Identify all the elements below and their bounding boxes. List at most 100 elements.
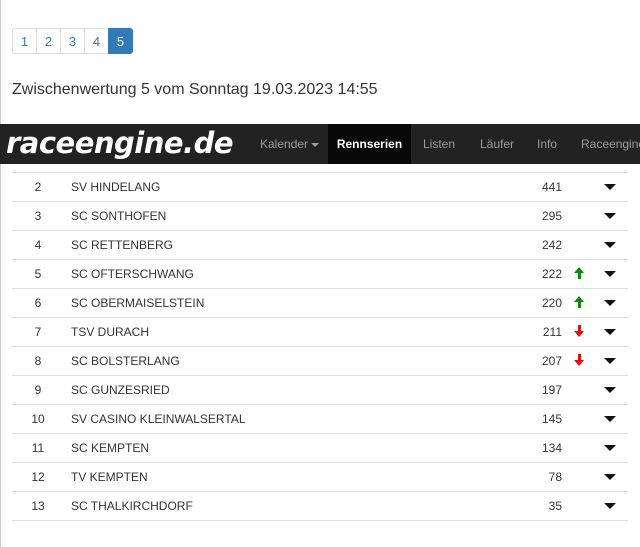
nav-item-kalender[interactable]: Kalender <box>260 124 320 164</box>
triangle-down-icon <box>604 445 616 451</box>
club-cell: SC OBERMAISELSTEIN <box>71 296 205 310</box>
triangle-down-icon <box>604 213 616 219</box>
expand-row-button[interactable] <box>602 260 618 288</box>
expand-row-button[interactable] <box>602 405 618 433</box>
trend-cell <box>572 463 588 491</box>
expand-row-button[interactable] <box>602 289 618 317</box>
expand-row-button[interactable] <box>602 347 618 375</box>
page-link-3[interactable]: 3 <box>60 28 85 54</box>
points-cell: 134 <box>541 441 562 455</box>
rank-cell: 12 <box>31 470 45 484</box>
expand-row-button[interactable] <box>602 376 618 404</box>
club-cell: SV HINDELANG <box>71 180 161 194</box>
triangle-down-icon <box>604 358 616 364</box>
rank-cell: 4 <box>34 238 42 252</box>
brand-logo[interactable]: raceengine.de <box>6 124 234 164</box>
expand-row-button[interactable] <box>602 463 618 491</box>
arrow-down-icon <box>574 354 584 366</box>
rank-cell: 6 <box>34 296 42 310</box>
rank-cell: 7 <box>34 325 42 339</box>
triangle-down-icon <box>604 300 616 306</box>
points-cell: 441 <box>541 180 562 194</box>
points-cell: 207 <box>541 354 562 368</box>
trend-cell <box>572 202 588 230</box>
table-row: 4 SC RETTENBERG 242 <box>12 231 628 260</box>
triangle-down-icon <box>604 184 616 190</box>
club-cell: SC THALKIRCHDORF <box>71 499 193 513</box>
table-row: 5 SC OFTERSCHWANG 222 <box>12 260 628 289</box>
rank-cell: 10 <box>31 412 45 426</box>
page-link-4[interactable]: 4 <box>84 28 109 54</box>
rank-cell: 2 <box>34 180 42 194</box>
trend-cell <box>572 347 588 375</box>
table-row: 3 SC SONTHOFEN 295 <box>12 202 628 231</box>
expand-row-button[interactable] <box>602 318 618 346</box>
expand-row-button[interactable] <box>602 173 618 201</box>
rank-cell: 5 <box>34 267 42 281</box>
table-row: 9 SC GUNZESRIED 197 <box>12 376 628 405</box>
table-row: 7 TSV DURACH 211 <box>12 318 628 347</box>
caret-down-icon <box>311 142 320 147</box>
navbar: raceengine.de Kalender Rennserien Listen… <box>0 124 640 164</box>
table-row: 6 SC OBERMAISELSTEIN 220 <box>12 289 628 318</box>
expand-row-button[interactable] <box>602 202 618 230</box>
arrow-down-icon <box>574 325 584 337</box>
table-row: 12 TV KEMPTEN 78 <box>12 463 628 492</box>
points-cell: 220 <box>541 296 562 310</box>
triangle-down-icon <box>604 329 616 335</box>
table-row: 13 SC THALKIRCHDORF 35 <box>12 492 628 521</box>
rank-cell: 13 <box>31 499 45 513</box>
points-cell: 295 <box>541 209 562 223</box>
club-cell: TV KEMPTEN <box>71 470 148 484</box>
points-cell: 197 <box>541 383 562 397</box>
points-cell: 35 <box>548 499 562 513</box>
trend-cell <box>572 405 588 433</box>
club-cell: SC GUNZESRIED <box>71 383 170 397</box>
nav-item-listen[interactable]: Listen <box>423 124 455 164</box>
page-border <box>0 0 1 547</box>
club-cell: SC SONTHOFEN <box>71 209 167 223</box>
page-link-5-active[interactable]: 5 <box>108 28 133 54</box>
points-cell: 145 <box>541 412 562 426</box>
table-row: 11 SC KEMPTEN 134 <box>12 434 628 463</box>
rank-cell: 8 <box>34 354 42 368</box>
rank-cell: 9 <box>34 383 42 397</box>
triangle-down-icon <box>604 387 616 393</box>
rank-cell: 3 <box>34 209 42 223</box>
arrow-up-icon <box>574 296 584 308</box>
expand-row-button[interactable] <box>602 434 618 462</box>
triangle-down-icon <box>604 242 616 248</box>
triangle-down-icon <box>604 503 616 509</box>
club-cell: SC KEMPTEN <box>71 441 150 455</box>
club-cell: TSV DURACH <box>71 325 150 339</box>
points-cell: 222 <box>541 267 562 281</box>
club-cell: SV CASINO KLEINWALSERTAL <box>71 412 246 426</box>
trend-cell <box>572 492 588 520</box>
expand-row-button[interactable] <box>602 231 618 259</box>
triangle-down-icon <box>604 271 616 277</box>
nav-item-info[interactable]: Info <box>537 124 557 164</box>
points-cell: 211 <box>542 325 562 339</box>
page-link-2[interactable]: 2 <box>36 28 61 54</box>
club-cell: SC RETTENBERG <box>71 238 174 252</box>
nav-item-rennserien[interactable]: Rennserien <box>328 124 411 164</box>
trend-cell <box>572 434 588 462</box>
standings-table: 2 SV HINDELANG 441 3 SC SONTHOFEN 295 4 SC RETT… <box>12 172 628 521</box>
table-row: 8 SC BOLSTERLANG 207 <box>12 347 628 376</box>
nav-item-label: Kalender <box>260 137 309 151</box>
nav-item-raceengine[interactable]: Raceengine <box>581 124 640 164</box>
trend-cell <box>572 260 588 288</box>
rank-cell: 11 <box>31 441 45 455</box>
page-link-1[interactable]: 1 <box>12 28 37 54</box>
table-row: 10 SV CASINO KLEINWALSERTAL 145 <box>12 405 628 434</box>
trend-cell <box>572 231 588 259</box>
triangle-down-icon <box>604 474 616 480</box>
nav-item-laeufer[interactable]: Läufer <box>480 124 514 164</box>
club-cell: SC OFTERSCHWANG <box>71 267 194 281</box>
points-cell: 78 <box>548 470 562 484</box>
points-cell: 242 <box>541 238 562 252</box>
club-cell: SC BOLSTERLANG <box>71 354 180 368</box>
expand-row-button[interactable] <box>602 492 618 520</box>
pagination: 1 2 3 4 5 <box>12 28 133 54</box>
page-title: Zwischenwertung 5 vom Sonntag 19.03.2023… <box>12 81 378 98</box>
